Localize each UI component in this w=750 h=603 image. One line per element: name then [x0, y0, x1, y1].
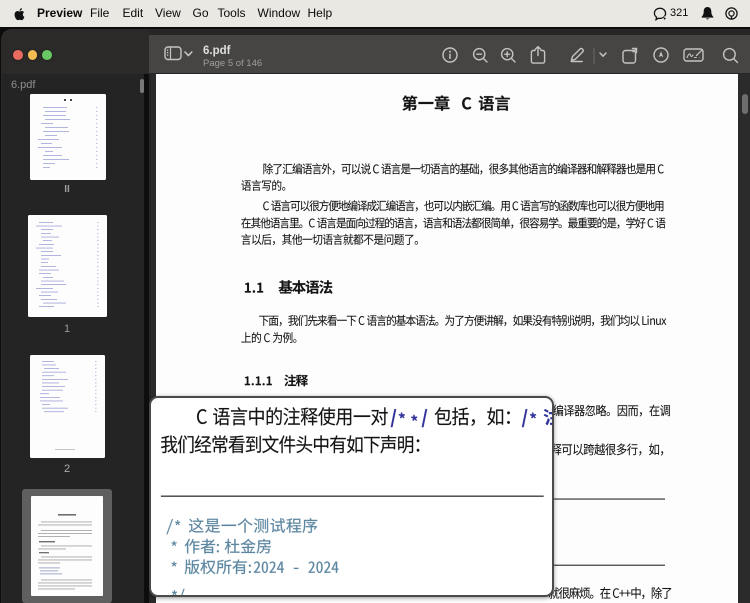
svg-text:6.pdf: 6.pdf [11, 79, 36, 91]
